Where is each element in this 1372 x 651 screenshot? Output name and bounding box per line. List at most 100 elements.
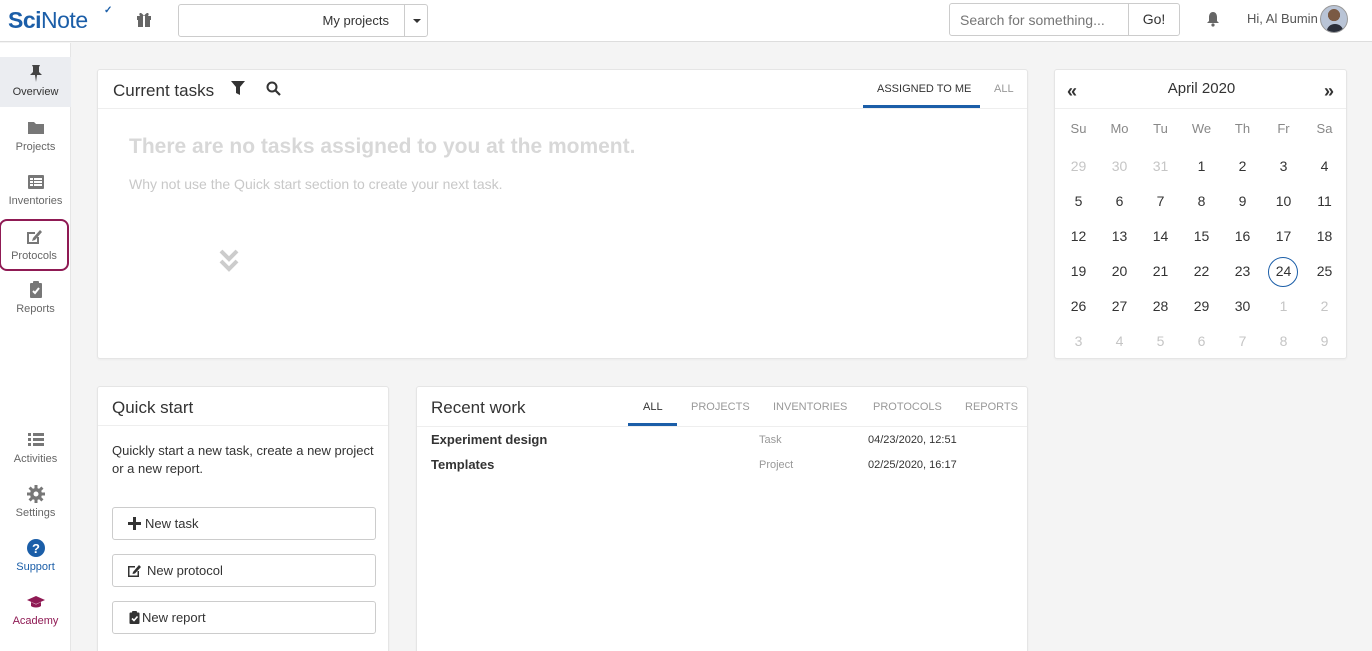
calendar-day[interactable]: 4 [1099, 324, 1140, 359]
calendar-day[interactable]: 31 [1140, 149, 1181, 184]
empty-state-title: There are no tasks assigned to you at th… [129, 135, 636, 158]
new-protocol-button[interactable]: New protocol [112, 554, 376, 587]
calendar-day[interactable]: 1 [1181, 149, 1222, 184]
calendar-day[interactable]: 8 [1181, 184, 1222, 219]
calendar-day[interactable]: 19 [1058, 254, 1099, 289]
calendar-day[interactable]: 9 [1222, 184, 1263, 219]
divider [98, 425, 388, 426]
calendar-day-today[interactable]: 24 [1263, 254, 1304, 289]
sidebar-item-overview[interactable]: Overview [0, 57, 71, 107]
calendar-day[interactable]: 17 [1263, 219, 1304, 254]
calendar-day[interactable]: 8 [1263, 324, 1304, 359]
weekday-label: Sa [1316, 121, 1333, 136]
calendar-day[interactable]: 3 [1263, 149, 1304, 184]
calendar-day[interactable]: 23 [1222, 254, 1263, 289]
sidebar-item-label: Protocols [11, 250, 57, 262]
calendar-day[interactable]: 18 [1304, 219, 1345, 254]
scinote-logo[interactable]: SciNote ✓ [8, 5, 112, 34]
folder-icon [27, 122, 44, 134]
calendar-day[interactable]: 16 [1222, 219, 1263, 254]
sidebar-item-settings[interactable]: Settings [0, 478, 71, 528]
calendar-day[interactable]: 10 [1263, 184, 1304, 219]
calendar-day[interactable]: 15 [1181, 219, 1222, 254]
sidebar-item-academy[interactable]: Academy [0, 586, 71, 636]
tab-all[interactable]: ALL [994, 83, 1014, 95]
divider [1055, 108, 1346, 109]
plus-icon [128, 517, 141, 530]
sidebar-item-label: Academy [12, 615, 59, 627]
filter-icon[interactable] [231, 81, 245, 96]
calendar-day[interactable]: 30 [1099, 149, 1140, 184]
calendar-day[interactable]: 9 [1304, 324, 1345, 359]
weekday-label: Tu [1153, 121, 1168, 136]
calendar-day[interactable]: 13 [1099, 219, 1140, 254]
sidebar-item-protocols[interactable]: Protocols [0, 219, 69, 271]
new-task-button[interactable]: New task [112, 507, 376, 540]
calendar-day[interactable]: 7 [1222, 324, 1263, 359]
calendar-next-button[interactable]: » [1324, 81, 1334, 102]
sidebar-item-projects[interactable]: Projects [0, 112, 71, 162]
calendar-day[interactable]: 12 [1058, 219, 1099, 254]
calendar-day[interactable]: 21 [1140, 254, 1181, 289]
quick-start-card: Quick start Quickly start a new task, cr… [97, 386, 389, 651]
user-greeting[interactable]: Hi, Al Bumin [1247, 11, 1318, 26]
calendar-day[interactable]: 29 [1058, 149, 1099, 184]
avatar[interactable] [1320, 5, 1348, 33]
sidebar: Overview Projects Inventories Protocols … [0, 43, 71, 651]
new-report-button[interactable]: New report [112, 601, 376, 634]
sidebar-item-label: Projects [15, 141, 56, 153]
calendar-day[interactable]: 5 [1140, 324, 1181, 359]
calendar-day[interactable]: 29 [1181, 289, 1222, 324]
recent-item-name[interactable]: Experiment design [431, 432, 547, 447]
calendar-day[interactable]: 6 [1181, 324, 1222, 359]
calendar-day[interactable]: 1 [1263, 289, 1304, 324]
calendar-day[interactable]: 7 [1140, 184, 1181, 219]
sidebar-item-label: Overview [12, 86, 59, 98]
calendar-day[interactable]: 20 [1099, 254, 1140, 289]
calendar-day[interactable]: 11 [1304, 184, 1345, 219]
search-go-button[interactable]: Go! [1128, 3, 1180, 36]
chevron-down-icon[interactable] [404, 5, 427, 36]
search-icon[interactable] [266, 81, 281, 96]
calendar-day[interactable]: 2 [1304, 289, 1345, 324]
calendar-day[interactable]: 6 [1099, 184, 1140, 219]
new-protocol-label: New protocol [147, 563, 223, 578]
tab-inventories[interactable]: INVENTORIES [773, 401, 847, 413]
calendar-day[interactable]: 22 [1181, 254, 1222, 289]
search-input[interactable] [949, 3, 1129, 36]
edit-icon [128, 565, 141, 577]
sidebar-item-inventories[interactable]: Inventories [0, 166, 71, 216]
tab-all[interactable]: ALL [643, 401, 663, 413]
question-icon: ? [26, 539, 45, 557]
calendar-day[interactable]: 5 [1058, 184, 1099, 219]
tab-assigned-to-me[interactable]: ASSIGNED TO ME [877, 83, 971, 95]
recent-item-type: Task [759, 434, 782, 446]
calendar-day[interactable]: 25 [1304, 254, 1345, 289]
calendar-day[interactable]: 26 [1058, 289, 1099, 324]
calendar-day[interactable]: 28 [1140, 289, 1181, 324]
weekday-label: We [1191, 121, 1212, 136]
sidebar-item-activities[interactable]: Activities [0, 424, 71, 474]
bell-icon[interactable] [1205, 11, 1221, 27]
calendar-day[interactable]: 14 [1140, 219, 1181, 254]
sidebar-item-reports[interactable]: Reports [0, 274, 71, 324]
calendar-day[interactable]: 4 [1304, 149, 1345, 184]
tab-reports[interactable]: REPORTS [965, 401, 1018, 413]
tab-protocols[interactable]: PROTOCOLS [873, 401, 942, 413]
calendar-day[interactable]: 3 [1058, 324, 1099, 359]
tab-projects[interactable]: PROJECTS [691, 401, 750, 413]
calendar-day[interactable]: 30 [1222, 289, 1263, 324]
recent-item-date: 04/23/2020, 12:51 [868, 434, 957, 446]
calendar-day[interactable]: 2 [1222, 149, 1263, 184]
weekday-label: Su [1070, 121, 1087, 136]
gift-icon[interactable] [135, 10, 153, 28]
project-select[interactable]: My projects [178, 4, 428, 37]
clipboard-icon [29, 281, 42, 298]
calendar-month-title: April 2020 [1167, 80, 1236, 97]
double-chevron-down-icon[interactable] [219, 248, 239, 274]
weekday-label: Fr [1277, 121, 1290, 136]
sidebar-item-support[interactable]: ? Support [0, 532, 71, 582]
sidebar-item-label: Reports [16, 303, 55, 315]
recent-item-name[interactable]: Templates [431, 457, 494, 472]
calendar-day[interactable]: 27 [1099, 289, 1140, 324]
